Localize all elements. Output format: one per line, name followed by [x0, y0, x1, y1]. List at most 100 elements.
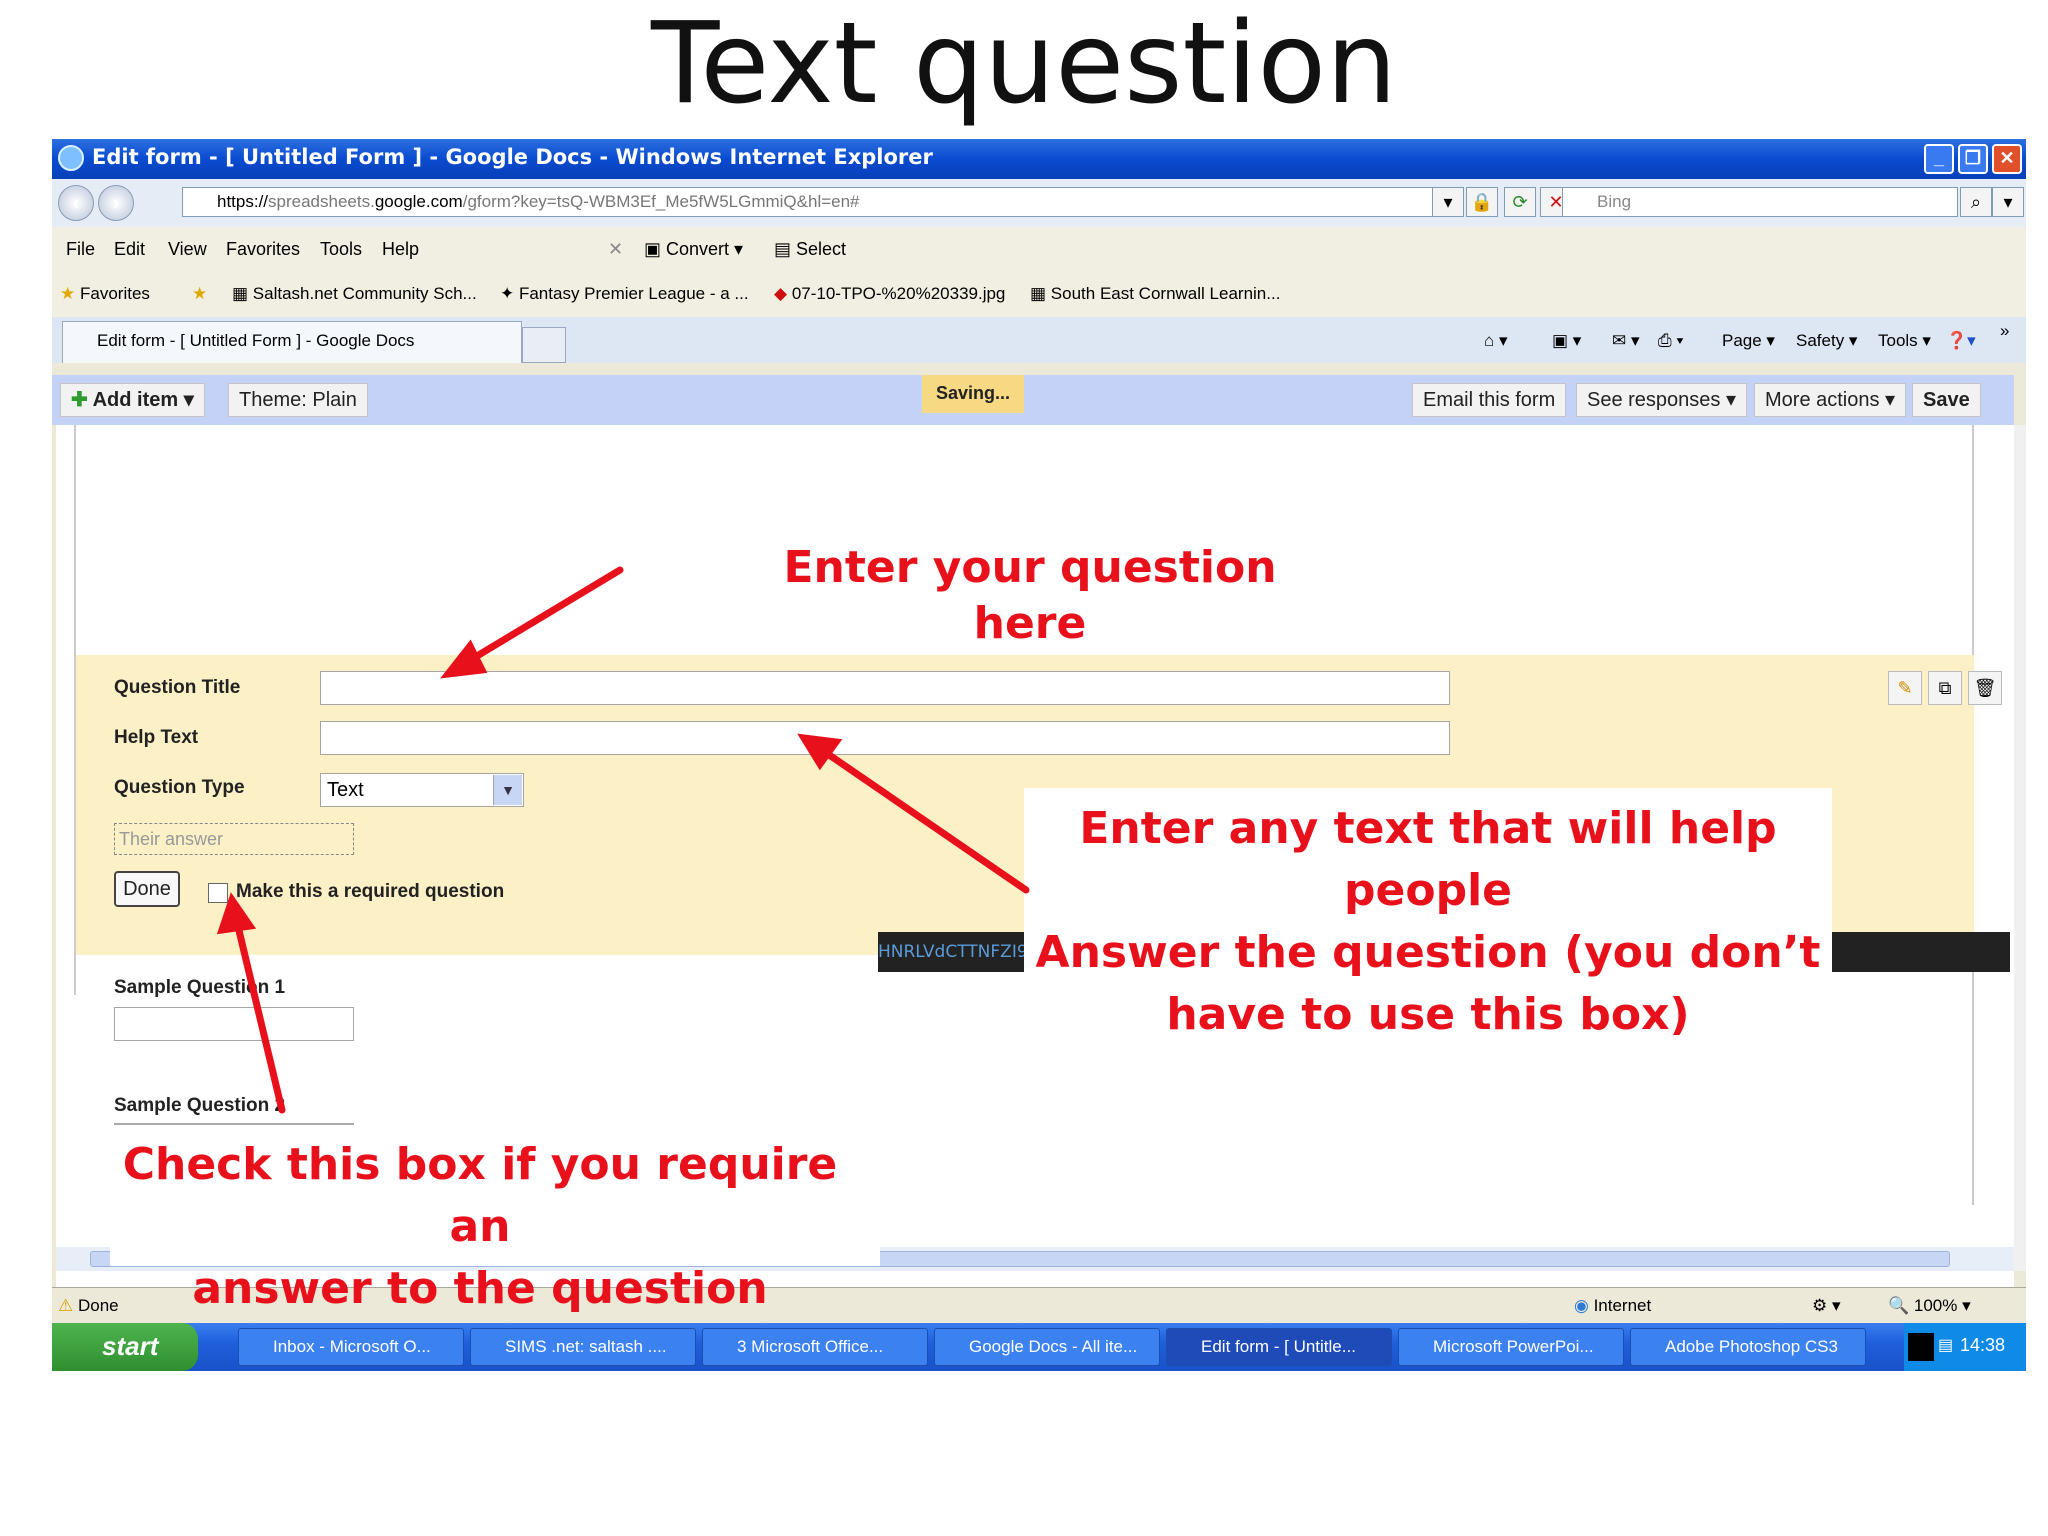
select-button[interactable]: ▤ Select [774, 239, 846, 260]
internet-zone-label: Internet [1593, 1296, 1652, 1315]
menu-favorites[interactable]: Favorites [226, 239, 300, 260]
menu-help[interactable]: Help [382, 239, 419, 260]
home-icon[interactable]: ⌂ ▾ [1484, 331, 1508, 351]
refresh-icon[interactable]: ⟳ [1504, 187, 1536, 217]
help-text-input[interactable] [320, 721, 1450, 755]
favorites-button[interactable]: ★ Favorites [60, 284, 150, 304]
question-type-label: Question Type [114, 777, 245, 798]
favorite-link[interactable]: ✦ Fantasy Premier League - a ... [500, 284, 749, 304]
annotation-line: Check this box if you require an [122, 1139, 838, 1252]
theme-label: Theme: [239, 389, 307, 411]
add-favorite-icon[interactable]: ★ [192, 284, 207, 304]
warning-icon: ⚠ [58, 1296, 74, 1315]
page-menu[interactable]: Page ▾ [1722, 331, 1775, 351]
question-title-label: Question Title [114, 677, 241, 698]
convert-label: Convert [666, 239, 730, 259]
tools-menu[interactable]: Tools ▾ [1878, 331, 1931, 351]
question-type-value: Text [327, 779, 364, 801]
answer-preview: Their answer [114, 823, 354, 855]
convert-button[interactable]: ▣ Convert ▾ [644, 239, 743, 260]
save-button[interactable]: Save [1912, 383, 1981, 417]
more-commands-icon[interactable]: » [2000, 321, 2009, 341]
favorite-link[interactable]: ▦ Saltash.net Community Sch... [232, 284, 477, 304]
image-icon: ◆ [774, 284, 788, 303]
annotation-line: Enter any text that will help people [1079, 803, 1777, 916]
safety-menu-label: Safety [1796, 331, 1845, 350]
see-responses-button[interactable]: See responses ▾ [1576, 383, 1748, 417]
question-type-select[interactable]: Text ▼ [320, 773, 524, 807]
required-checkbox[interactable] [208, 883, 228, 903]
minimize-icon[interactable]: _ [1924, 144, 1954, 174]
annotation-question: Enter your question here [783, 542, 1277, 649]
menu-tools[interactable]: Tools [320, 239, 362, 260]
task-google-docs[interactable]: Google Docs - All ite... [934, 1328, 1160, 1366]
task-edit-form[interactable]: Edit form - [ Untitle... [1166, 1328, 1392, 1366]
network-icon[interactable]: ▤ [1938, 1335, 1953, 1355]
task-powerpoint[interactable]: Microsoft PowerPoi... [1398, 1328, 1624, 1366]
annotation-line: Answer the question (you don’t [1035, 927, 1821, 978]
favorite-link-label: Fantasy Premier League - a ... [518, 284, 749, 303]
window-titlebar: Edit form - [ Untitled Form ] - Google D… [52, 139, 2026, 179]
tab-row: Edit form - [ Untitled Form ] - Google D… [52, 317, 2026, 363]
vertical-scrollbar[interactable] [2014, 425, 2026, 1271]
task-office[interactable]: 3 Microsoft Office... [702, 1328, 928, 1366]
annotation-required: Check this box if you require an answer … [110, 1134, 850, 1320]
annotation-line: answer to the question [192, 1263, 768, 1314]
menu-edit[interactable]: Edit [114, 239, 145, 260]
search-options-icon[interactable]: ▾ [1992, 187, 2024, 217]
new-tab-button[interactable] [522, 327, 566, 363]
internet-zone: ◉ Internet [1574, 1296, 1651, 1316]
help-icon[interactable]: ❓▾ [1946, 331, 1976, 351]
theme-button[interactable]: Theme: Plain [228, 383, 368, 417]
close-icon[interactable]: ✕ [1992, 144, 2022, 174]
sample-answer-line [114, 1123, 354, 1125]
feeds-icon[interactable]: ▣ ▾ [1552, 331, 1581, 351]
chevron-down-icon: ▼ [493, 775, 522, 805]
sample-question-2: Sample Question 2 [114, 1095, 286, 1116]
theme-value: Plain [312, 389, 357, 411]
favorite-link-label: South East Cornwall Learnin... [1050, 284, 1281, 303]
forward-button[interactable]: › [98, 185, 134, 221]
print-icon[interactable]: ⎙ ▾ [1658, 331, 1683, 351]
done-button[interactable]: Done [114, 871, 180, 907]
url-path: /gform?key=tsQ-WBM3Ef_Me5fW5LGmmiQ&hl=en… [462, 192, 860, 211]
pencil-icon[interactable]: ✎ [1888, 671, 1922, 705]
trash-icon[interactable]: 🗑 [1968, 671, 2002, 705]
lock-icon[interactable]: 🔒 [1466, 187, 1498, 217]
task-sims[interactable]: SIMS .net: saltash .... [470, 1328, 696, 1366]
select-label: Select [796, 239, 847, 259]
back-button[interactable]: ‹ [58, 185, 94, 221]
duplicate-icon[interactable]: ⧉ [1928, 671, 1962, 705]
address-field[interactable]: https://spreadsheets.google.com/gform?ke… [182, 187, 1452, 217]
search-input[interactable]: Bing [1562, 187, 1958, 217]
sample-answer-input[interactable] [114, 1007, 354, 1041]
close-toolbar-icon[interactable]: ✕ [608, 239, 623, 260]
tray-app-icon[interactable] [1908, 1333, 1934, 1361]
favorite-link-label: 07-10-TPO-%20%20339.jpg [791, 284, 1006, 303]
task-photoshop[interactable]: Adobe Photoshop CS3 [1630, 1328, 1866, 1366]
email-form-button[interactable]: Email this form [1412, 383, 1567, 417]
form-toolbar: ✚ Add item ▾ Theme: Plain Saving... Emai… [52, 375, 2014, 425]
search-icon[interactable]: ⌕ [1960, 187, 1992, 217]
question-title-input[interactable] [320, 671, 1450, 705]
tools-menu-label: Tools [1878, 331, 1918, 350]
tab-edit-form[interactable]: Edit form - [ Untitled Form ] - Google D… [62, 321, 522, 363]
menu-view[interactable]: View [168, 239, 207, 260]
zoom-control[interactable]: 🔍 100% ▾ [1888, 1296, 1971, 1316]
safety-menu[interactable]: Safety ▾ [1796, 331, 1857, 351]
task-outlook[interactable]: Inbox - Microsoft O... [238, 1328, 464, 1366]
start-button[interactable]: start [52, 1323, 198, 1371]
favorite-link[interactable]: ◆ 07-10-TPO-%20%20339.jpg [774, 284, 1005, 304]
address-dropdown-icon[interactable]: ▾ [1432, 187, 1464, 217]
restore-icon[interactable]: ❐ [1958, 144, 1988, 174]
favorite-link[interactable]: ▦ South East Cornwall Learnin... [1030, 284, 1280, 304]
menu-file[interactable]: File [66, 239, 95, 260]
menu-bar: File Edit View Favorites Tools Help ✕ ▣ … [52, 227, 2026, 272]
add-item-button[interactable]: ✚ Add item ▾ [60, 383, 205, 417]
protected-mode-icon[interactable]: ⚙ ▾ [1812, 1296, 1841, 1316]
url-subdomain: spreadsheets. [268, 192, 375, 211]
window-title: Edit form - [ Untitled Form ] - Google D… [92, 145, 933, 169]
more-actions-button[interactable]: More actions ▾ [1754, 383, 1907, 417]
mail-icon[interactable]: ✉ ▾ [1612, 331, 1640, 351]
see-responses-label: See responses [1587, 389, 1721, 411]
